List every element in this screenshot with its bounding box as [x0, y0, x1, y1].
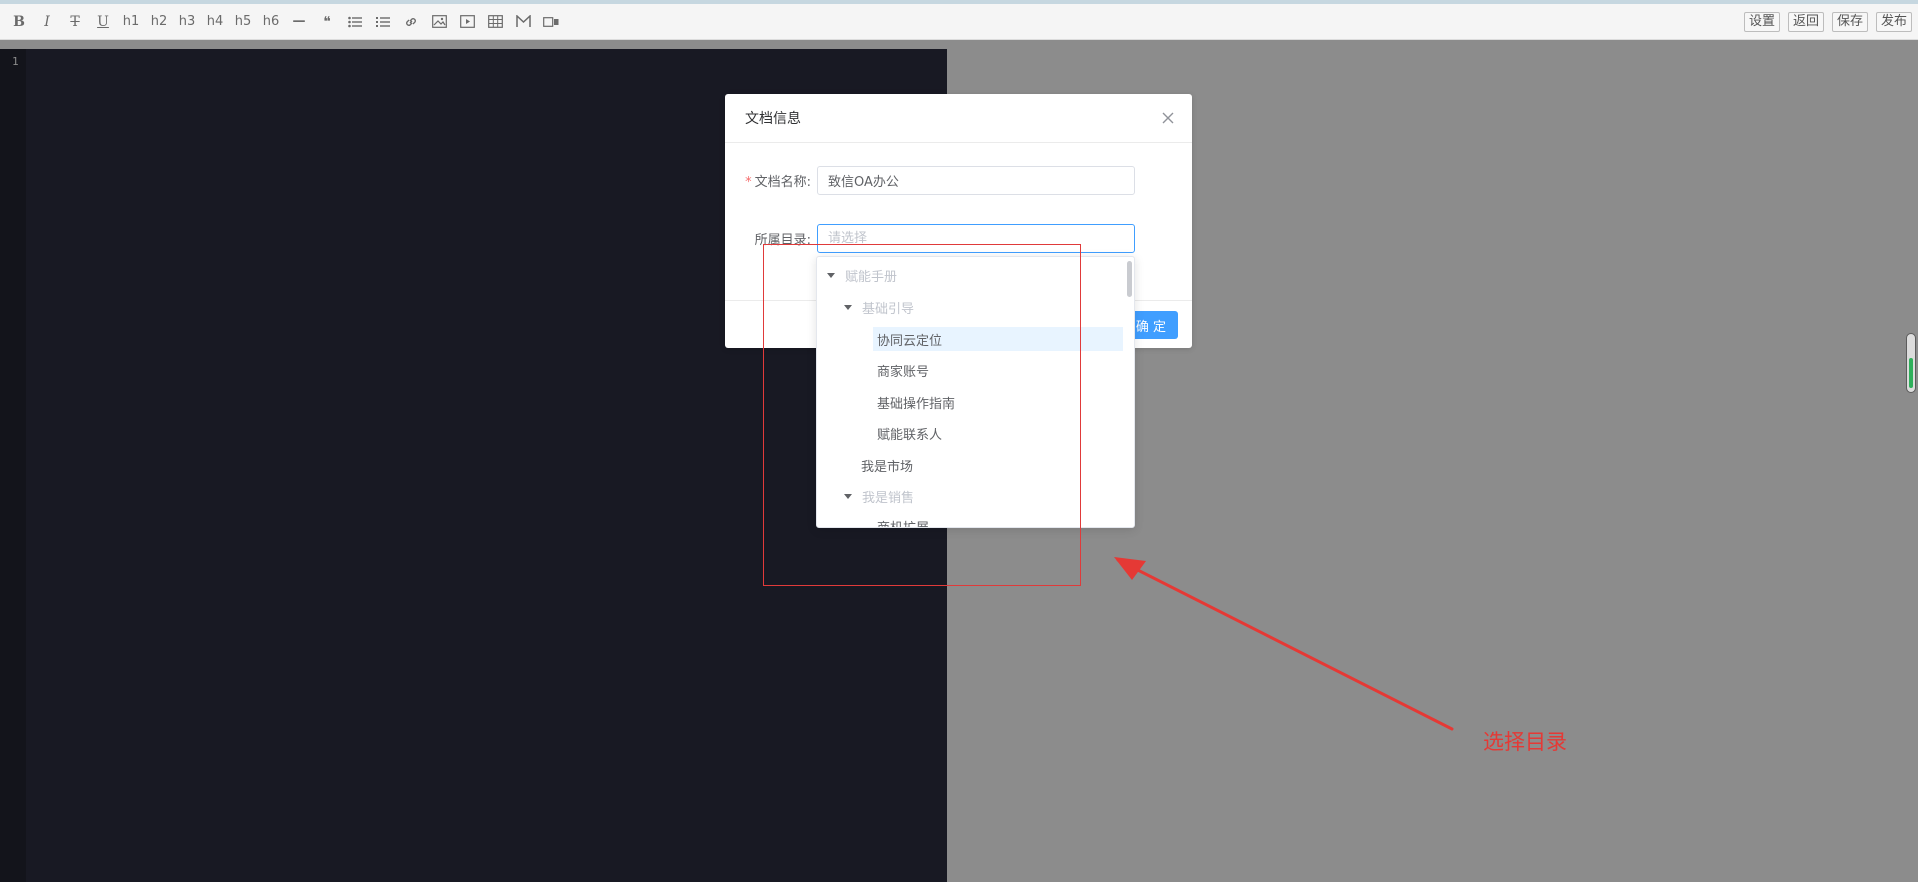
markdown-icon[interactable] [510, 9, 536, 35]
ordered-list-icon[interactable] [370, 9, 396, 35]
toolbar-action-group: 设置 返回 保存 发布 [1743, 11, 1912, 32]
side-scroll-indicator[interactable] [1906, 333, 1916, 393]
save-button[interactable]: 保存 [1831, 11, 1868, 32]
italic-button[interactable]: I [34, 9, 60, 35]
h4-button[interactable]: h4 [202, 9, 228, 35]
name-label: * 文档名称: [725, 171, 817, 190]
quote-button[interactable]: ❝ [314, 9, 340, 35]
h2-button[interactable]: h2 [146, 9, 172, 35]
h3-button[interactable]: h3 [174, 9, 200, 35]
line-gutter: 1 [0, 49, 26, 882]
annotation-highlight-box [763, 244, 1081, 586]
annotation-label: 选择目录 [1483, 730, 1567, 754]
dialog-title: 文档信息 [745, 111, 801, 127]
document-name-input[interactable] [817, 166, 1135, 195]
underline-button[interactable]: U [90, 9, 116, 35]
h5-button[interactable]: h5 [230, 9, 256, 35]
link-icon[interactable] [398, 9, 424, 35]
editor-toolbar: B I T U h1 h2 h3 h4 h5 h6 — ❝ 设置 返回 保存 发… [0, 0, 1918, 40]
dialog-header: 文档信息 [725, 94, 1192, 143]
settings-button[interactable]: 设置 [1743, 11, 1780, 32]
line-number: 1 [12, 55, 19, 68]
bold-button[interactable]: B [6, 9, 32, 35]
video-icon[interactable] [454, 9, 480, 35]
h6-button[interactable]: h6 [258, 9, 284, 35]
tree-scrollbar[interactable] [1127, 261, 1132, 297]
unordered-list-icon[interactable] [342, 9, 368, 35]
close-icon[interactable] [1160, 110, 1176, 126]
name-label-text: 文档名称: [754, 175, 811, 190]
back-button[interactable]: 返回 [1787, 11, 1824, 32]
image-icon[interactable] [426, 9, 452, 35]
table-icon[interactable] [482, 9, 508, 35]
preview-toggle-icon[interactable] [538, 9, 564, 35]
publish-button[interactable]: 发布 [1875, 11, 1912, 32]
page: B I T U h1 h2 h3 h4 h5 h6 — ❝ 设置 返回 保存 发… [0, 0, 1918, 882]
strikethrough-button[interactable]: T [62, 9, 88, 35]
horizontal-rule-button[interactable]: — [286, 9, 312, 35]
side-scroll-thumb[interactable] [1909, 358, 1913, 388]
toolbar-format-group: B I T U h1 h2 h3 h4 h5 h6 — ❝ [6, 9, 564, 35]
required-mark: * [745, 175, 752, 190]
form-row-name: * 文档名称: [725, 166, 1135, 195]
h1-button[interactable]: h1 [118, 9, 144, 35]
